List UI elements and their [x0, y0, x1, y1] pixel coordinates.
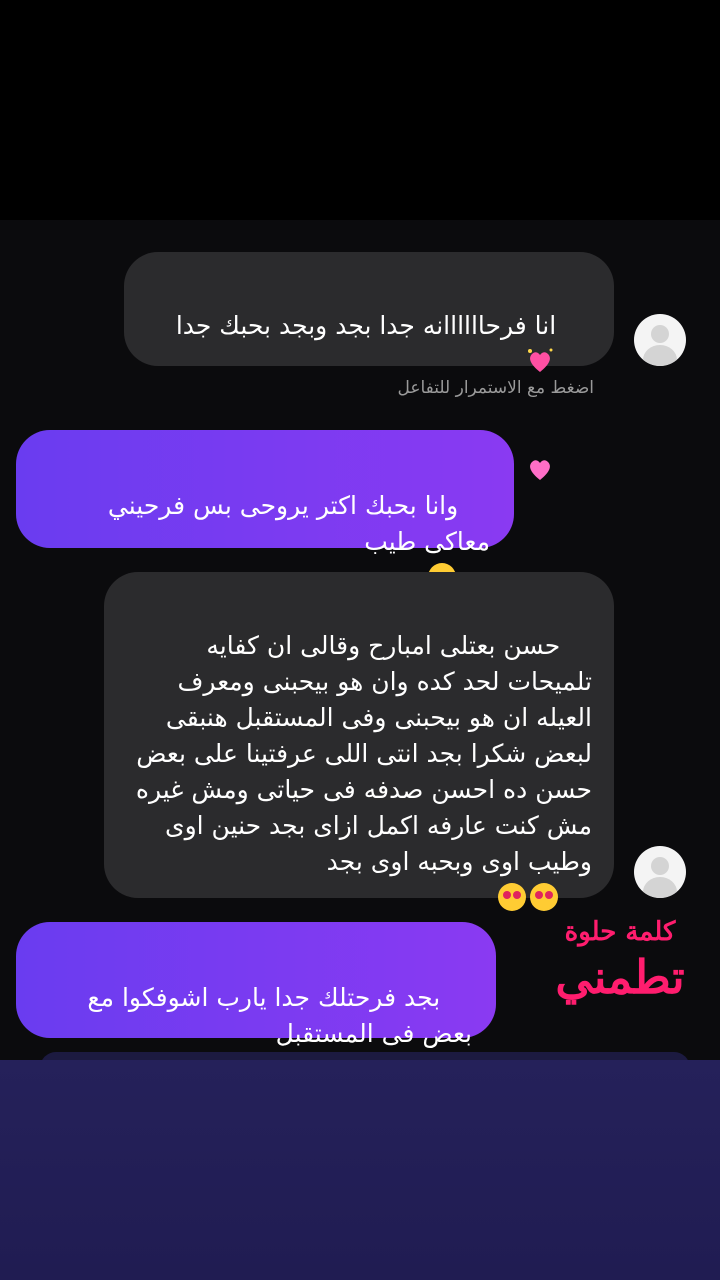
heart-eyes-icon — [530, 883, 559, 911]
avatar-head-shape — [651, 325, 669, 343]
avatar-body-shape — [643, 345, 677, 366]
logo-line-1: كلمة حلوة — [564, 917, 676, 947]
message-sent[interactable]: وانا بحبك اكتر يروحى بس فرحيني معاكى طيب — [16, 430, 514, 591]
message-text: حسن بعتلى امبارح وقالى ان كفايه تلميحات … — [127, 631, 592, 876]
chat-screen: انا فرحاااااانه جدا بجد وبجد بحبك جدا اض… — [0, 0, 720, 1280]
avatar-body-shape — [643, 877, 677, 898]
message-text: انا فرحاااااانه جدا بجد وبجد بحبك جدا — [175, 311, 557, 340]
message-received[interactable]: انا فرحاااااانه جدا بجد وبجد بحبك جدا — [124, 252, 614, 480]
brand-logo: كلمة حلوة تطمني — [530, 915, 710, 1005]
message-text: وانا بحبك اكتر يروحى بس فرحيني معاكى طيب — [99, 491, 490, 556]
pink-heart-icon — [530, 460, 551, 480]
heart-eyes-icon — [498, 883, 527, 911]
sparkling-heart-icon — [528, 348, 553, 372]
message-received[interactable]: حسن بعتلى امبارح وقالى ان كفايه تلميحات … — [104, 572, 614, 911]
avatar-head-shape — [651, 857, 669, 875]
contact-avatar[interactable] — [634, 846, 686, 898]
logo-line-2: تطمني — [555, 950, 685, 1004]
press-hold-hint: اضغط مع الاستمرار للتفاعل — [397, 378, 594, 398]
bottom-panel — [0, 1060, 720, 1280]
message-sent[interactable]: بجد فرحتلك جدا يارب اشوفكوا مع بعض فى ال… — [16, 922, 496, 1083]
contact-avatar[interactable] — [634, 314, 686, 366]
